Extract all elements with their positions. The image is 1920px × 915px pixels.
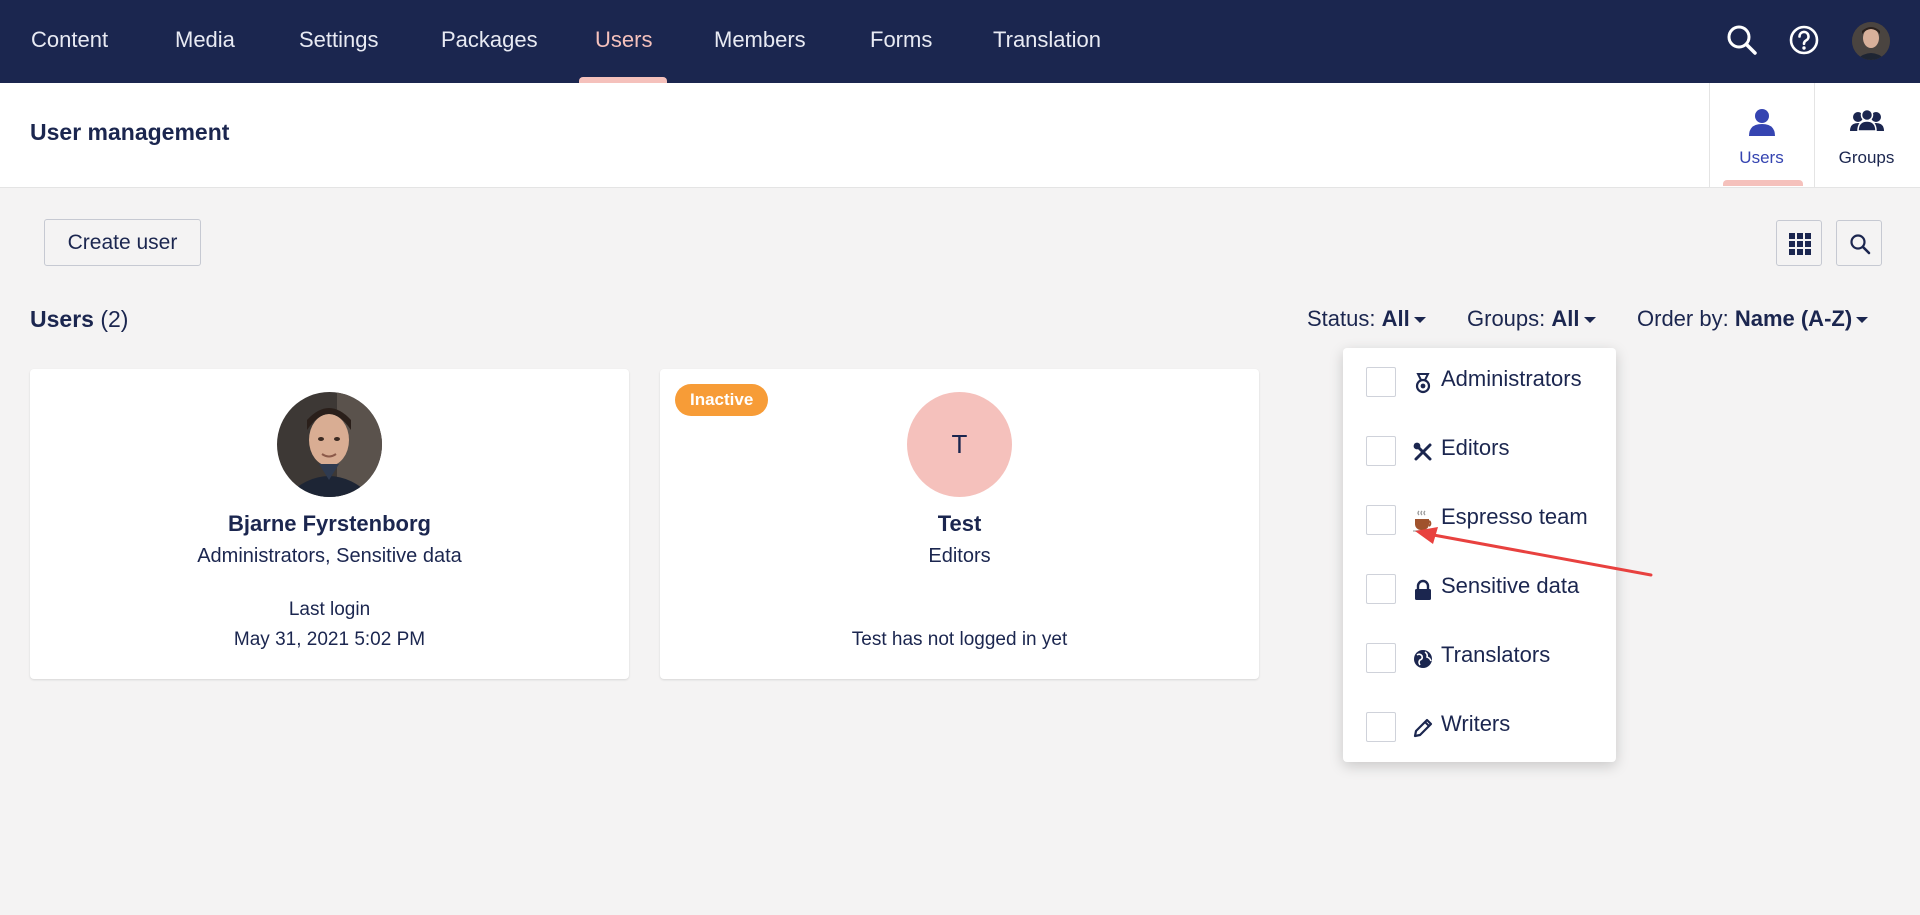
group-option-espresso-team[interactable]: Espresso team	[1343, 486, 1616, 546]
caret-down-icon	[1413, 317, 1426, 324]
status-filter-label: Status:	[1307, 306, 1376, 331]
user-name: Test	[937, 511, 982, 536]
group-checkbox[interactable]	[1366, 436, 1396, 466]
groups-filter-label: Groups:	[1467, 306, 1546, 331]
group-option-label: Writers	[1441, 711, 1511, 736]
status-filter[interactable]: Status: All	[1307, 306, 1426, 332]
nav-item-translation[interactable]: Translation	[993, 0, 1101, 83]
tools-icon	[1413, 442, 1432, 461]
nav-item-settings[interactable]: Settings	[299, 0, 379, 83]
last-login-date: May 31, 2021 5:02 PM	[233, 629, 426, 650]
pencil-icon	[1413, 718, 1433, 738]
order-by-filter[interactable]: Order by: Name (A-Z)	[1637, 306, 1869, 332]
search-icon[interactable]	[1724, 22, 1760, 58]
user-avatar	[277, 392, 382, 497]
group-option-label: Sensitive data	[1441, 573, 1580, 598]
nav-item-packages[interactable]: Packages	[441, 0, 538, 83]
page-header: User management Users Groups	[0, 83, 1920, 188]
group-option-writers[interactable]: Writers	[1343, 693, 1616, 753]
users-count-heading: Users (2)	[30, 306, 128, 333]
status-badge: Inactive	[675, 384, 769, 416]
group-checkbox[interactable]	[1366, 367, 1396, 397]
medal-icon	[1415, 373, 1431, 394]
groups-icon	[1850, 109, 1884, 132]
nav-item-forms[interactable]: Forms	[870, 0, 932, 83]
group-checkbox[interactable]	[1366, 574, 1396, 604]
order-by-label: Order by:	[1637, 306, 1729, 331]
create-user-button[interactable]: Create user	[44, 219, 201, 266]
groups-filter-value: All	[1551, 306, 1580, 331]
last-login-status: Test has not logged in yet	[851, 629, 1068, 650]
users-heading: Users	[30, 306, 94, 332]
grid-icon	[1789, 233, 1811, 255]
layout-toggle-button[interactable]	[1776, 220, 1822, 266]
caret-down-icon	[1583, 317, 1596, 324]
tab-users-label: Users	[1739, 148, 1784, 167]
group-option-label: Administrators	[1441, 366, 1582, 391]
nav-item-members[interactable]: Members	[714, 0, 806, 83]
status-filter-value: All	[1381, 306, 1410, 331]
group-option-label: Espresso team	[1441, 504, 1588, 529]
groups-filter[interactable]: Groups: All	[1467, 306, 1596, 332]
nav-item-users[interactable]: Users	[595, 0, 652, 83]
page-title: User management	[30, 119, 230, 145]
groups-filter-dropdown: Administrators Editors Espresso team Sen…	[1343, 348, 1616, 762]
user-card[interactable]: Bjarne Fyrstenborg Administrators, Sensi…	[30, 369, 629, 679]
top-navigation: Content Media Settings Packages Users Me…	[0, 0, 1920, 83]
lock-icon	[1415, 579, 1431, 600]
group-option-label: Translators	[1441, 642, 1551, 667]
group-option-label: Editors	[1441, 435, 1510, 460]
nav-item-content[interactable]: Content	[31, 0, 108, 83]
user-initial-avatar: T	[907, 392, 1012, 497]
help-icon[interactable]	[1786, 22, 1822, 58]
search-users-button[interactable]	[1836, 220, 1882, 266]
group-checkbox[interactable]	[1366, 712, 1396, 742]
group-option-translators[interactable]: Translators	[1343, 624, 1616, 684]
user-name: Bjarne Fyrstenborg	[228, 511, 431, 536]
active-app-indicator	[1723, 180, 1803, 186]
order-by-value: Name (A-Z)	[1734, 306, 1853, 331]
globe-icon	[1414, 650, 1432, 668]
group-option-administrators[interactable]: Administrators	[1343, 348, 1616, 408]
group-checkbox[interactable]	[1366, 505, 1396, 535]
user-icon	[1749, 109, 1775, 136]
group-checkbox[interactable]	[1366, 643, 1396, 673]
users-count: (2)	[100, 306, 129, 332]
nav-item-media[interactable]: Media	[175, 0, 235, 83]
last-login-label: Last login	[288, 599, 371, 620]
coffee-icon	[1413, 510, 1432, 532]
tab-users[interactable]: Users	[1709, 83, 1813, 188]
tab-groups-label: Groups	[1838, 148, 1895, 167]
caret-down-icon	[1856, 317, 1869, 324]
tab-groups[interactable]: Groups	[1814, 83, 1918, 188]
user-card[interactable]: Inactive T Test Editors Test has not log…	[660, 369, 1259, 679]
current-user-avatar[interactable]	[1852, 22, 1890, 60]
group-option-editors[interactable]: Editors	[1343, 417, 1616, 477]
search-icon	[1850, 234, 1871, 255]
user-groups: Administrators, Sensitive data	[197, 545, 462, 567]
group-option-sensitive-data[interactable]: Sensitive data	[1343, 555, 1616, 615]
user-groups: Editors	[928, 545, 991, 567]
